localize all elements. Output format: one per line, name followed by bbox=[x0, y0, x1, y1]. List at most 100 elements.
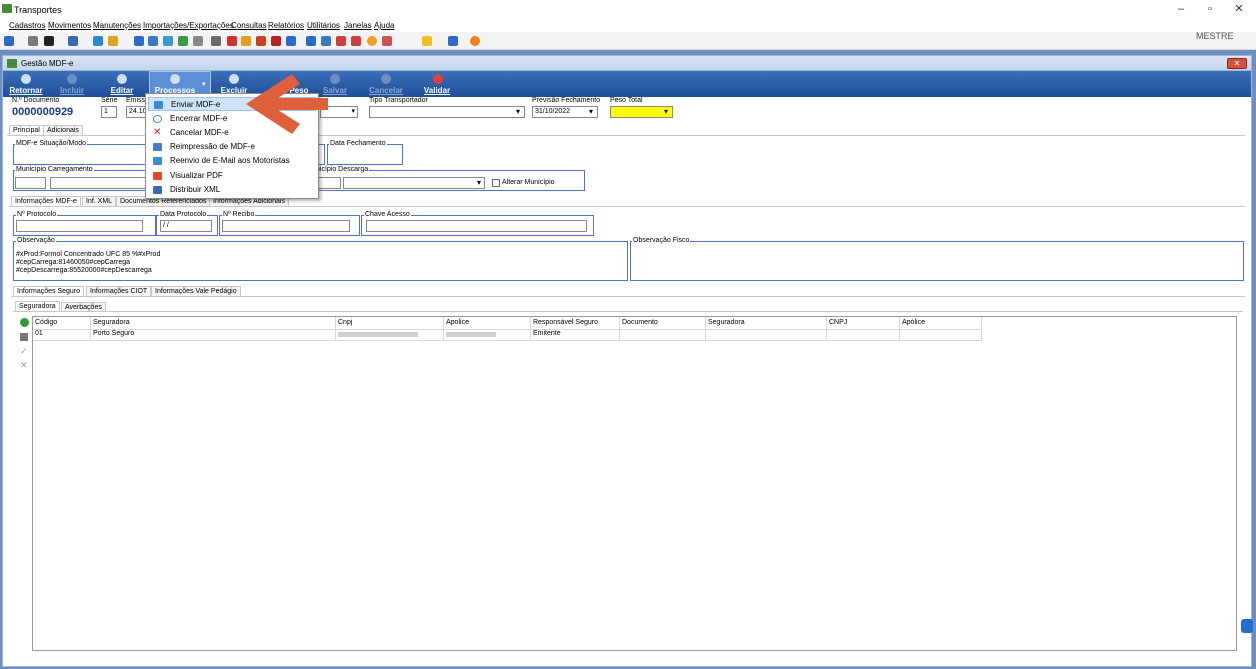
table-icon[interactable] bbox=[321, 36, 331, 46]
data-prot-field[interactable]: / / bbox=[160, 220, 212, 232]
chevron-down-icon: ▾ bbox=[351, 108, 355, 115]
col-documento[interactable]: Documento bbox=[622, 319, 658, 326]
mun-desc-field[interactable] bbox=[343, 177, 485, 189]
child-title-bar: Gestão MDF-e ✕ bbox=[3, 56, 1251, 71]
cancel-row-icon[interactable]: ✕ bbox=[20, 360, 28, 371]
confirm-row-icon[interactable]: ✓ bbox=[20, 346, 28, 357]
incluir-button[interactable]: Incluir bbox=[55, 86, 89, 97]
tipo-transp-label: Tipo Transportador bbox=[369, 97, 428, 104]
maximize-button[interactable]: ▫ bbox=[1197, 2, 1223, 16]
new-icon[interactable] bbox=[4, 36, 14, 46]
chave-field[interactable] bbox=[366, 220, 587, 232]
table-row[interactable] bbox=[33, 329, 981, 341]
disk-icon[interactable] bbox=[44, 36, 54, 46]
power-icon[interactable] bbox=[470, 36, 480, 46]
menu-utilitarios[interactable]: Utilitários bbox=[307, 21, 340, 30]
tab-info-ciot[interactable]: Informações CIOT bbox=[86, 286, 152, 296]
obs-fisco-group bbox=[630, 241, 1244, 281]
close-icon: ✕ bbox=[153, 127, 162, 138]
check-icon bbox=[330, 74, 340, 84]
editar-button[interactable]: Editar bbox=[105, 86, 139, 97]
arrow-shape bbox=[246, 74, 328, 134]
list-icon[interactable] bbox=[134, 36, 144, 46]
chart-icon[interactable] bbox=[178, 36, 188, 46]
col-seguradora[interactable]: Seguradora bbox=[93, 319, 130, 326]
recibo-field[interactable] bbox=[222, 220, 350, 232]
tree-icon[interactable] bbox=[108, 36, 118, 46]
cancelar-button[interactable]: Cancelar bbox=[367, 86, 405, 97]
lifebuoy-icon[interactable] bbox=[367, 36, 377, 46]
tab-seguradora[interactable]: Seguradora bbox=[15, 301, 60, 311]
bus-icon[interactable] bbox=[351, 36, 361, 46]
calc-icon[interactable] bbox=[306, 36, 316, 46]
alterar-checkbox[interactable] bbox=[492, 179, 500, 187]
col-cnpj[interactable]: Cnpj bbox=[338, 319, 352, 326]
tab-info-seguro[interactable]: Informações Seguro bbox=[13, 286, 85, 296]
phone-icon[interactable] bbox=[93, 36, 103, 46]
col-apolice[interactable]: Apolice bbox=[446, 319, 469, 326]
doc-icon[interactable] bbox=[211, 36, 221, 46]
info-icon[interactable] bbox=[448, 36, 458, 46]
flag-icon[interactable] bbox=[271, 36, 281, 46]
serie-field[interactable]: 1 bbox=[101, 106, 117, 118]
tab-info-mdfe[interactable]: Informações MDF-e bbox=[11, 196, 81, 206]
card-icon[interactable] bbox=[286, 36, 296, 46]
col-seguradora-2[interactable]: Seguradora bbox=[708, 319, 745, 326]
delete-row-icon[interactable] bbox=[20, 333, 28, 341]
menu-janelas[interactable]: Janelas bbox=[344, 21, 372, 30]
edit-icon[interactable] bbox=[382, 36, 392, 46]
situacao-label: MDF-e Situação/Modo bbox=[15, 140, 88, 147]
close-button[interactable]: ✕ bbox=[1226, 2, 1252, 16]
menu-item-distribuir[interactable]: Distribuir XML bbox=[148, 183, 316, 197]
gear-icon bbox=[170, 74, 180, 84]
truck-icon[interactable] bbox=[68, 36, 78, 46]
cell-cnpj-blurred bbox=[338, 332, 418, 337]
tipo-transp-select[interactable] bbox=[369, 106, 525, 118]
tab-info-pedagio[interactable]: Informações Vale Pedágio bbox=[151, 286, 241, 296]
col-divider bbox=[530, 317, 531, 341]
tab-principal[interactable]: Principal bbox=[9, 125, 44, 135]
sync-icon[interactable] bbox=[163, 36, 173, 46]
cell-codigo: 01 bbox=[35, 330, 43, 337]
tab-adicionais[interactable]: Adicionais bbox=[43, 125, 83, 135]
menu-relatorios[interactable]: Relatórios bbox=[268, 21, 304, 30]
menu-item-label: Cancelar MDF-e bbox=[170, 128, 229, 137]
menu-consultas[interactable]: Consultas bbox=[231, 21, 267, 30]
teamviewer-icon[interactable] bbox=[1241, 619, 1253, 633]
person-icon[interactable] bbox=[193, 36, 203, 46]
grid-icon[interactable] bbox=[148, 36, 158, 46]
col-apolice-2[interactable]: Apólice bbox=[902, 319, 925, 326]
star-icon[interactable] bbox=[422, 36, 432, 46]
col-resp[interactable]: Responsável Seguro bbox=[533, 319, 598, 326]
recibo-label: Nº Recibo bbox=[222, 211, 256, 218]
calendar-icon[interactable] bbox=[336, 36, 346, 46]
app-icon bbox=[2, 4, 12, 13]
minimize-button[interactable]: – bbox=[1168, 2, 1194, 16]
menu-cadastros[interactable]: Cadastros bbox=[9, 21, 45, 30]
menu-item-pdf[interactable]: Visualizar PDF bbox=[148, 169, 316, 183]
col-divider bbox=[705, 317, 706, 341]
menu-importacoes[interactable]: Importações/Exportações bbox=[143, 21, 234, 30]
menu-manutencoes[interactable]: Manutenções bbox=[93, 21, 141, 30]
protocolo-field[interactable] bbox=[16, 220, 143, 232]
retornar-button[interactable]: Retornar bbox=[7, 86, 45, 97]
validar-button[interactable]: Validar bbox=[419, 86, 455, 97]
validate-icon bbox=[433, 74, 443, 84]
add-row-icon[interactable] bbox=[20, 318, 29, 327]
menu-ajuda[interactable]: Ajuda bbox=[374, 21, 394, 30]
col-cnpj-2[interactable]: CNPJ bbox=[829, 319, 847, 326]
tab-inf-xml[interactable]: Inf. XML bbox=[82, 196, 117, 206]
ndoc-label: N.º Documento bbox=[12, 97, 60, 104]
pin-icon[interactable] bbox=[227, 36, 237, 46]
mun-carreg-field[interactable] bbox=[50, 177, 150, 189]
menu-item-reenvio[interactable]: Reenvio de E-Mail aos Motoristas bbox=[148, 154, 316, 168]
clock-icon[interactable] bbox=[241, 36, 251, 46]
menu-movimentos[interactable]: Movimentos bbox=[48, 21, 91, 30]
car-icon[interactable] bbox=[256, 36, 266, 46]
col-codigo[interactable]: Código bbox=[35, 319, 57, 326]
menu-item-reimpressao[interactable]: Reimpressão de MDF-e bbox=[148, 140, 316, 154]
chevron-down-icon[interactable]: ▾ bbox=[202, 80, 206, 88]
child-close-button[interactable]: ✕ bbox=[1227, 58, 1247, 69]
print-icon[interactable] bbox=[28, 36, 38, 46]
uf-carreg-field[interactable] bbox=[15, 177, 46, 189]
